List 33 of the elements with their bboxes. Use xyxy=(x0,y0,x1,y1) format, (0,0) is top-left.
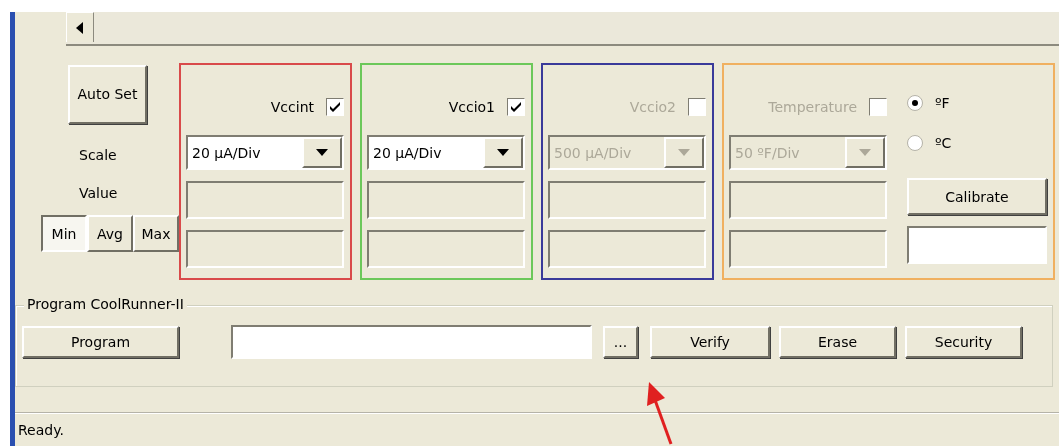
browse-button[interactable]: ... xyxy=(603,326,638,358)
action-button[interactable]: Erase xyxy=(779,326,896,358)
scroll-bar[interactable] xyxy=(66,12,1059,46)
checkbox[interactable] xyxy=(326,98,344,116)
channel-label: Vccio2 xyxy=(629,99,676,115)
dropdown-arrow-icon xyxy=(859,149,871,156)
channel-label: Vccio1 xyxy=(448,99,495,115)
check-icon xyxy=(510,101,522,113)
file-path-field[interactable] xyxy=(231,325,592,359)
row-label: Value xyxy=(79,185,119,201)
dropdown-arrow-icon xyxy=(678,149,690,156)
program-button[interactable]: Program xyxy=(22,326,179,358)
scale-dropdown[interactable]: 20 µA/Div xyxy=(186,135,344,170)
scroll-left-button[interactable] xyxy=(66,12,94,42)
action-button[interactable]: Verify xyxy=(650,326,770,358)
scale-dropdown[interactable]: 20 µA/Div xyxy=(367,135,525,170)
stat-toggle-button[interactable]: Min xyxy=(41,215,87,252)
row-label: Scale xyxy=(79,147,118,163)
auto-set-button[interactable]: Auto Set xyxy=(68,65,147,124)
check-icon xyxy=(329,101,341,113)
channel-label: Temperature xyxy=(768,99,857,115)
checkbox[interactable] xyxy=(507,98,525,116)
dropdown-arrow-icon xyxy=(316,149,328,156)
dropdown-arrow-icon xyxy=(497,149,509,156)
stat-toggle-button[interactable]: Max xyxy=(133,215,179,252)
left-arrow-icon xyxy=(76,21,84,34)
unit-label: ºF xyxy=(935,95,950,111)
group-title: Program CoolRunner-II xyxy=(24,296,187,312)
stat-toggle-button[interactable]: Avg xyxy=(87,215,133,252)
action-button[interactable]: Security xyxy=(905,326,1022,358)
status-bar: Ready. xyxy=(15,412,1059,446)
channel-label: Vccint xyxy=(270,99,314,115)
unit-label: ºC xyxy=(935,135,952,151)
